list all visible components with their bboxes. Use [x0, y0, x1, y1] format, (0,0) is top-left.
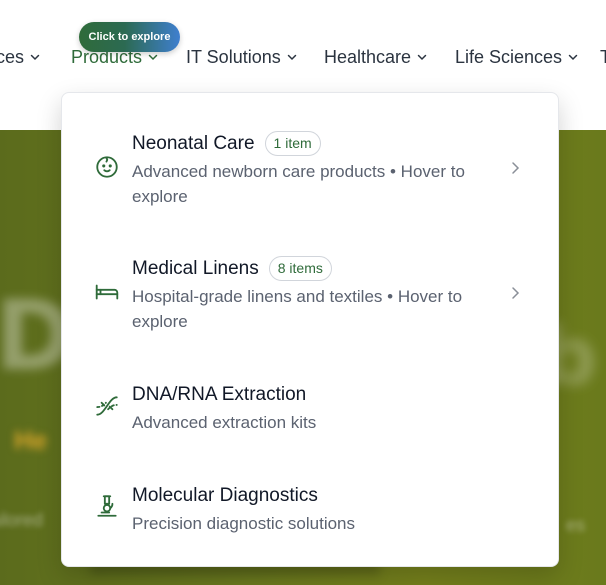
item-description: Hospital-grade linens and textiles • Hov…: [132, 287, 463, 331]
nav-item-label: Life Sciences: [455, 46, 563, 67]
hero-text-blurred-right: es: [566, 515, 586, 535]
microscope-icon: [94, 493, 120, 519]
nav-item-label: ces: [0, 46, 25, 67]
item-description: Precision diagnostic solutions: [132, 514, 356, 533]
bed-icon: [94, 279, 120, 305]
item-description: Advanced newborn care products • Hover t…: [132, 162, 465, 206]
chevron-right-icon: [510, 161, 520, 175]
dropdown-item-molecular-diagnostics[interactable]: Molecular Diagnostics Precision diagnost…: [62, 481, 560, 541]
products-tooltip: Click to explore: [79, 22, 180, 52]
chevron-down-icon: [417, 52, 427, 62]
item-title-row: Neonatal Care 1 item: [132, 131, 321, 156]
dropdown-item-neonatal-care[interactable]: Neonatal Care 1 item Advanced newborn ca…: [62, 129, 560, 217]
item-title-row: Medical Linens 8 items: [132, 256, 332, 281]
item-title: Neonatal Care: [132, 132, 255, 154]
chevron-down-icon: [287, 52, 297, 62]
item-title: Medical Linens: [132, 257, 259, 279]
chevron-down-icon: [568, 52, 578, 62]
item-count-badge: 1 item: [264, 131, 321, 156]
item-title: DNA/RNA Extraction: [132, 384, 307, 405]
nav-item-label: Healthcare: [324, 46, 412, 67]
item-description: Advanced extraction kits: [132, 413, 317, 432]
nav-item-services[interactable]: ces: [0, 45, 40, 69]
nav-item-label: IT Solutions: [186, 46, 281, 67]
dna-icon: [94, 393, 120, 419]
dropdown-item-dna-rna-extraction[interactable]: DNA/RNA Extraction Advanced extraction k…: [62, 380, 560, 440]
dropdown-item-medical-linens[interactable]: Medical Linens 8 items Hospital-grade li…: [62, 254, 560, 342]
nav-item-healthcare[interactable]: Healthcare: [324, 45, 427, 69]
hero-text-blurred: Tailored: [0, 510, 44, 530]
item-title-row: DNA/RNA Extraction: [132, 384, 306, 406]
nav-item-life-sciences[interactable]: Life Sciences: [455, 45, 578, 69]
chevron-right-icon: [510, 286, 520, 300]
item-count-badge: 8 items: [268, 256, 332, 281]
baby-face-icon: [94, 154, 120, 180]
item-title-row: Molecular Diagnostics: [132, 485, 318, 507]
chevron-down-icon: [148, 52, 158, 62]
nav-item-truncated[interactable]: T: [600, 45, 606, 69]
nav-item-label: T: [600, 46, 606, 67]
item-title: Molecular Diagnostics: [132, 485, 318, 506]
chevron-down-icon: [30, 52, 40, 62]
nav-item-it-solutions[interactable]: IT Solutions: [186, 45, 297, 69]
hero-subtitle-blurred: He: [14, 425, 48, 455]
products-dropdown-menu: Neonatal Care 1 item Advanced newborn ca…: [61, 92, 559, 567]
